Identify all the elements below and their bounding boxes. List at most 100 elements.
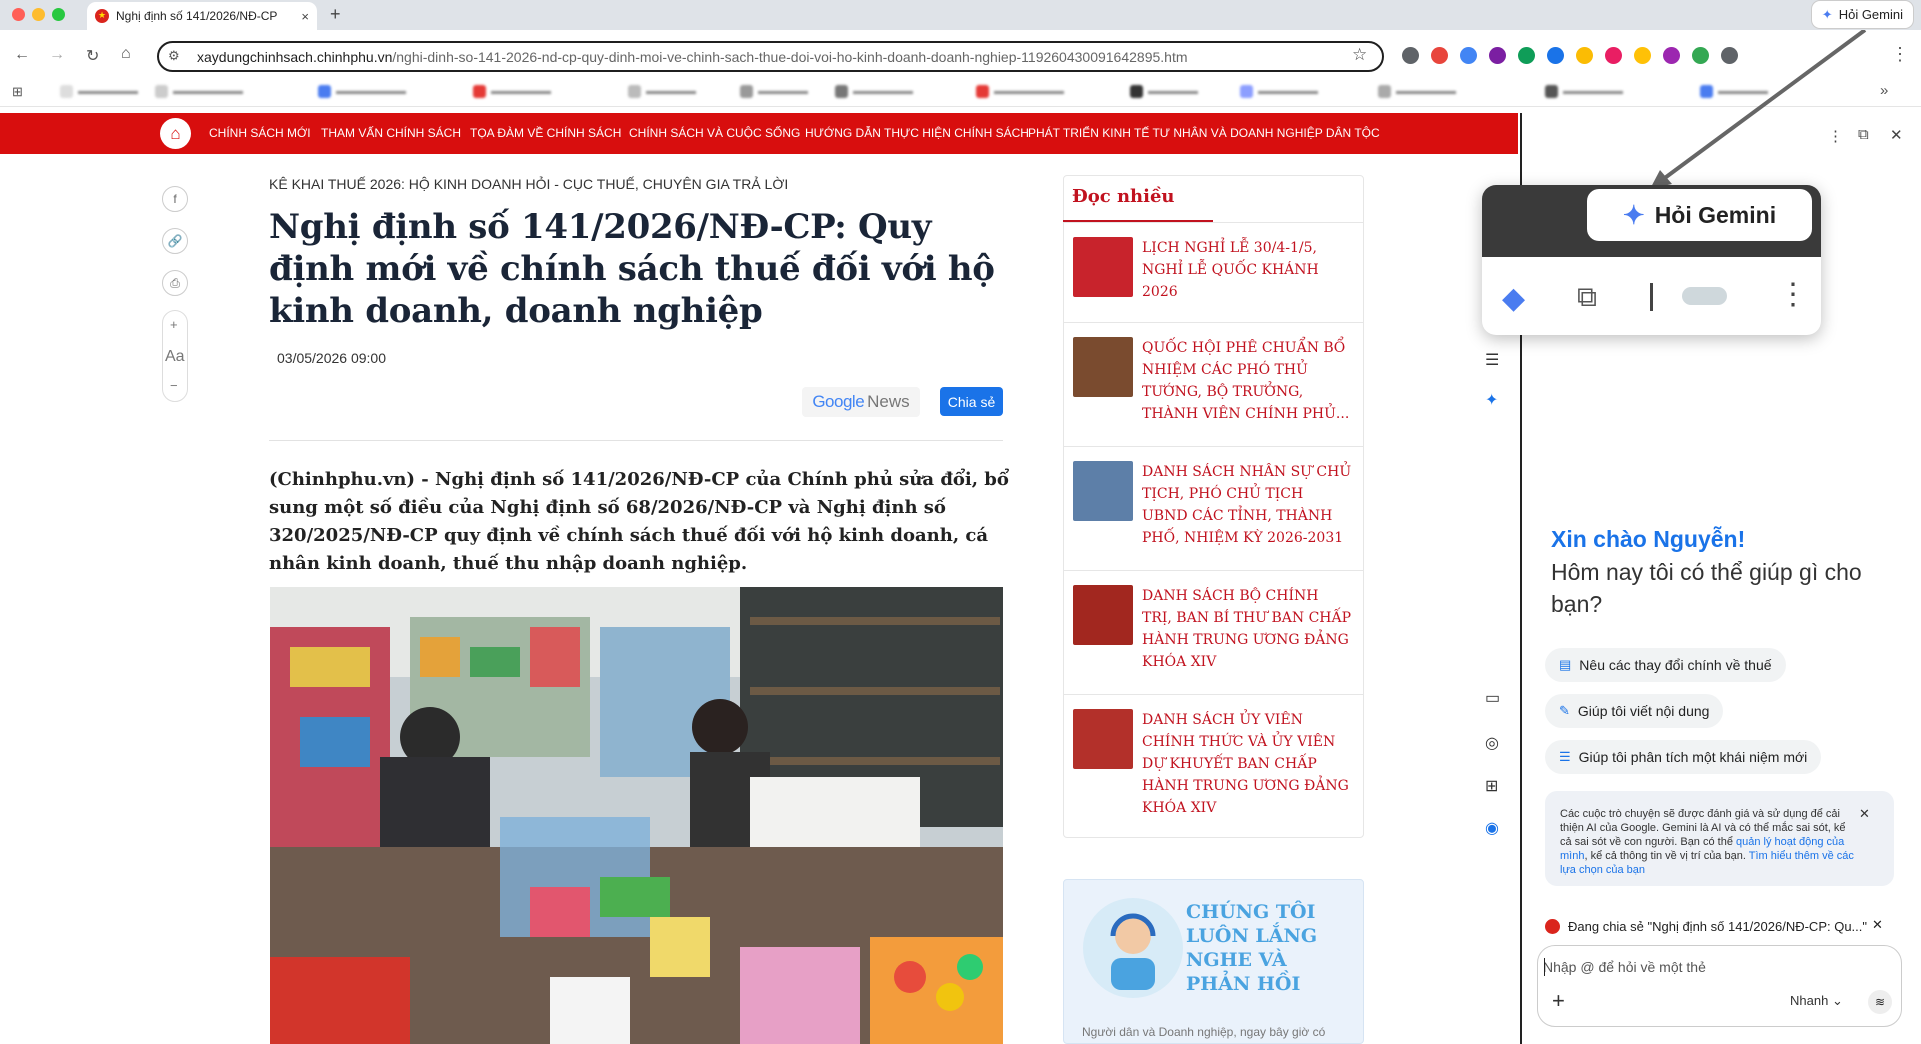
podcast-icon[interactable]: ◎ xyxy=(1485,733,1499,753)
news-thumbnail xyxy=(1073,461,1133,521)
most-read-item-title[interactable]: QUỐC HỘI PHÊ CHUẨN BỔ NHIỆM CÁC PHÓ THỦ … xyxy=(1142,337,1352,425)
nav-item-huong-dan[interactable]: HƯỚNG DẪN THỰC HIỆN CHÍNH SÁCH xyxy=(805,126,1029,140)
most-read-item[interactable]: LỊCH NGHỈ LỄ 30/4-1/5, NGHỈ LỄ QUỐC KHÁN… xyxy=(1063,222,1364,322)
most-read-item-title[interactable]: DANH SÁCH NHÂN SỰ CHỦ TỊCH, PHÓ CHỦ TỊCH… xyxy=(1142,461,1352,549)
suggestion-chip-analyze[interactable]: ☰ Giúp tôi phân tích một khái niệm mới xyxy=(1545,740,1822,774)
most-read-item-title[interactable]: LỊCH NGHỈ LỄ 30/4-1/5, NGHỈ LỄ QUỐC KHÁN… xyxy=(1142,237,1352,303)
bookmark-item[interactable]: ▬▬▬▬▬▬ xyxy=(835,84,913,98)
nav-item-chinh-sach-cuoc-song[interactable]: CHÍNH SÁCH VÀ CUỘC SỐNG xyxy=(629,126,800,140)
apps-grid-icon[interactable]: ⊞ xyxy=(12,84,23,100)
reading-list-icon[interactable]: ▭ xyxy=(1485,688,1500,708)
browser-extension-icon[interactable] xyxy=(1663,47,1680,64)
bookmark-item[interactable]: ▬▬▬▬▬ xyxy=(740,84,808,98)
feedback-subtitle: Người dân và Doanh nghiệp, ngay bây giờ … xyxy=(1082,1025,1326,1039)
address-bar[interactable]: xaydungchinhsach.chinhphu.vn/nghi-dinh-s… xyxy=(157,41,1384,72)
gemini-sparkle-icon: ✦ xyxy=(1821,6,1833,22)
google-news-logo-suffix: News xyxy=(867,392,910,411)
news-thumbnail xyxy=(1073,709,1133,769)
voice-input-icon[interactable]: ≋ xyxy=(1868,990,1892,1014)
browser-extension-icon[interactable] xyxy=(1431,47,1448,64)
site-info-icon[interactable]: ⚙ xyxy=(168,48,180,64)
stop-sharing-icon[interactable]: ✕ xyxy=(1872,917,1883,933)
close-window-button[interactable] xyxy=(12,8,25,21)
bookmark-item[interactable]: ▬▬▬▬▬ xyxy=(628,84,696,98)
suggestion-chip-write[interactable]: ✎ Giúp tôi viết nội dung xyxy=(1545,694,1724,728)
vietnam-emblem-icon xyxy=(1545,918,1560,934)
most-read-item-title[interactable]: DANH SÁCH ỦY VIÊN CHÍNH THỨC VÀ ỦY VIÊN … xyxy=(1142,709,1352,819)
ask-gemini-button[interactable]: ✦ Hỏi Gemini xyxy=(1811,1,1913,28)
browser-extension-icon[interactable] xyxy=(1576,47,1593,64)
notice-close-icon[interactable]: ✕ xyxy=(1859,806,1870,822)
bookmark-item[interactable]: ▬▬▬▬▬▬▬ xyxy=(318,84,406,98)
apps-icon[interactable]: ⊞ xyxy=(1485,776,1498,796)
google-news-button[interactable]: Google News xyxy=(802,387,920,417)
browser-tab[interactable]: Nghị định số 141/2026/NĐ-CP × xyxy=(87,2,317,30)
feedback-title: CHÚNG TÔI LUÔN LẮNG NGHE VÀ PHẢN HỒI xyxy=(1186,901,1318,995)
browser-extension-icon[interactable] xyxy=(1692,47,1709,64)
extensions-puzzle-icon: ⧉ xyxy=(1577,281,1597,312)
font-increase-icon[interactable]: + xyxy=(170,317,178,332)
copy-link-icon[interactable]: 🔗 xyxy=(162,228,188,254)
browser-extension-icon[interactable] xyxy=(1489,47,1506,64)
greeting-name: Xin chào Nguyễn! xyxy=(1551,526,1746,552)
bookmarks-overflow-button[interactable]: » xyxy=(1880,82,1888,99)
prompt-input[interactable] xyxy=(1543,957,1863,977)
sharing-text: Đang chia sẻ "Nghị định số 141/2026/NĐ-C… xyxy=(1568,918,1867,934)
nav-item-toa-dam[interactable]: TỌA ĐÀM VỀ CHÍNH SÁCH xyxy=(470,126,621,140)
bookmark-item[interactable]: ▬▬▬▬▬▬▬ xyxy=(976,84,1064,98)
summary-icon: ▤ xyxy=(1559,657,1572,672)
site-home-icon[interactable]: ⌂ xyxy=(160,118,191,149)
nav-item-phat-trien[interactable]: PHÁT TRIỂN KINH TẾ TƯ NHÂN VÀ DOANH NGHI… xyxy=(1028,126,1380,140)
browser-extension-icon[interactable] xyxy=(1547,47,1564,64)
menu-more-icon: ⋮ xyxy=(1778,278,1808,311)
suggestion-chip-tax-changes[interactable]: ▤ Nêu các thay đổi chính về thuế xyxy=(1545,648,1786,682)
bookmark-item[interactable]: ▬▬▬▬▬▬▬ xyxy=(155,84,243,98)
model-mode-select[interactable]: Nhanh ⌄ xyxy=(1790,993,1843,1009)
bookmark-item[interactable]: ▬▬▬▬▬▬ xyxy=(60,84,138,98)
browser-extension-icon[interactable] xyxy=(1402,47,1419,64)
bookmark-item[interactable]: ▬▬▬▬▬▬ xyxy=(1240,84,1318,98)
news-thumbnail xyxy=(1073,585,1133,645)
home-icon[interactable]: ⌂ xyxy=(121,45,131,63)
facebook-share-icon[interactable]: f xyxy=(162,186,188,212)
list-icon: ☰ xyxy=(1559,749,1571,764)
print-icon[interactable]: ⎙ xyxy=(162,270,188,296)
browser-menu-icon[interactable]: ⋮ xyxy=(1891,44,1909,65)
reading-mode-icon[interactable]: ☰ xyxy=(1485,350,1499,370)
news-thumbnail xyxy=(1073,337,1133,397)
nav-item-chinh-sach-moi[interactable]: CHÍNH SÁCH MỚI xyxy=(209,126,311,140)
bookmarks-bar xyxy=(0,77,1921,107)
bookmark-item[interactable]: ▬▬▬▬▬▬ xyxy=(473,84,551,98)
browser-extension-icon[interactable] xyxy=(1721,47,1738,64)
most-read-item[interactable]: QUỐC HỘI PHÊ CHUẨN BỔ NHIỆM CÁC PHÓ THỦ … xyxy=(1063,322,1364,446)
panel-close-icon[interactable]: ✕ xyxy=(1890,126,1903,144)
share-button[interactable]: Chia sẻ xyxy=(940,387,1003,416)
minimize-window-button[interactable] xyxy=(32,8,45,21)
font-decrease-icon[interactable]: − xyxy=(170,378,178,393)
most-read-item[interactable]: DANH SÁCH BỘ CHÍNH TRỊ, BAN BÍ THƯ BAN C… xyxy=(1063,570,1364,694)
gemini-sparkle-rail-icon[interactable]: ✦ xyxy=(1485,390,1498,410)
maximize-window-button[interactable] xyxy=(52,8,65,21)
browser-extension-icon[interactable] xyxy=(1605,47,1622,64)
nav-item-tham-van[interactable]: THAM VẤN CHÍNH SÁCH xyxy=(321,126,461,140)
bookmark-item[interactable]: ▬▬▬▬▬▬ xyxy=(1378,84,1456,98)
article-kicker[interactable]: KÊ KHAI THUẾ 2026: HỘ KINH DOANH HỎI - C… xyxy=(269,176,788,192)
privacy-notice: Các cuộc trò chuyện sẽ được đánh giá và … xyxy=(1545,791,1894,886)
most-read-item-title[interactable]: DANH SÁCH BỘ CHÍNH TRỊ, BAN BÍ THƯ BAN C… xyxy=(1142,585,1352,673)
forward-icon[interactable]: → xyxy=(49,46,65,64)
gemini-active-icon[interactable]: ◉ xyxy=(1485,818,1499,838)
back-icon[interactable]: ← xyxy=(14,46,30,64)
browser-extension-icon[interactable] xyxy=(1634,47,1651,64)
bookmark-item[interactable]: ▬▬▬▬▬ xyxy=(1130,84,1198,98)
tab-close-icon[interactable]: × xyxy=(301,9,309,24)
reload-icon[interactable]: ↻ xyxy=(86,46,99,66)
new-tab-button[interactable]: + xyxy=(330,4,341,25)
browser-extension-icon[interactable] xyxy=(1518,47,1535,64)
bookmark-star-icon[interactable]: ☆ xyxy=(1352,45,1367,65)
gemini-extension-icon: ◆ xyxy=(1502,282,1526,315)
bookmark-item[interactable]: ▬▬▬▬▬▬ xyxy=(1545,84,1623,98)
most-read-item[interactable]: DANH SÁCH NHÂN SỰ CHỦ TỊCH, PHÓ CHỦ TỊCH… xyxy=(1063,446,1364,570)
browser-extension-icon[interactable] xyxy=(1460,47,1477,64)
add-attachment-icon[interactable]: + xyxy=(1552,988,1565,1014)
most-read-item[interactable]: DANH SÁCH ỦY VIÊN CHÍNH THỨC VÀ ỦY VIÊN … xyxy=(1063,694,1364,838)
